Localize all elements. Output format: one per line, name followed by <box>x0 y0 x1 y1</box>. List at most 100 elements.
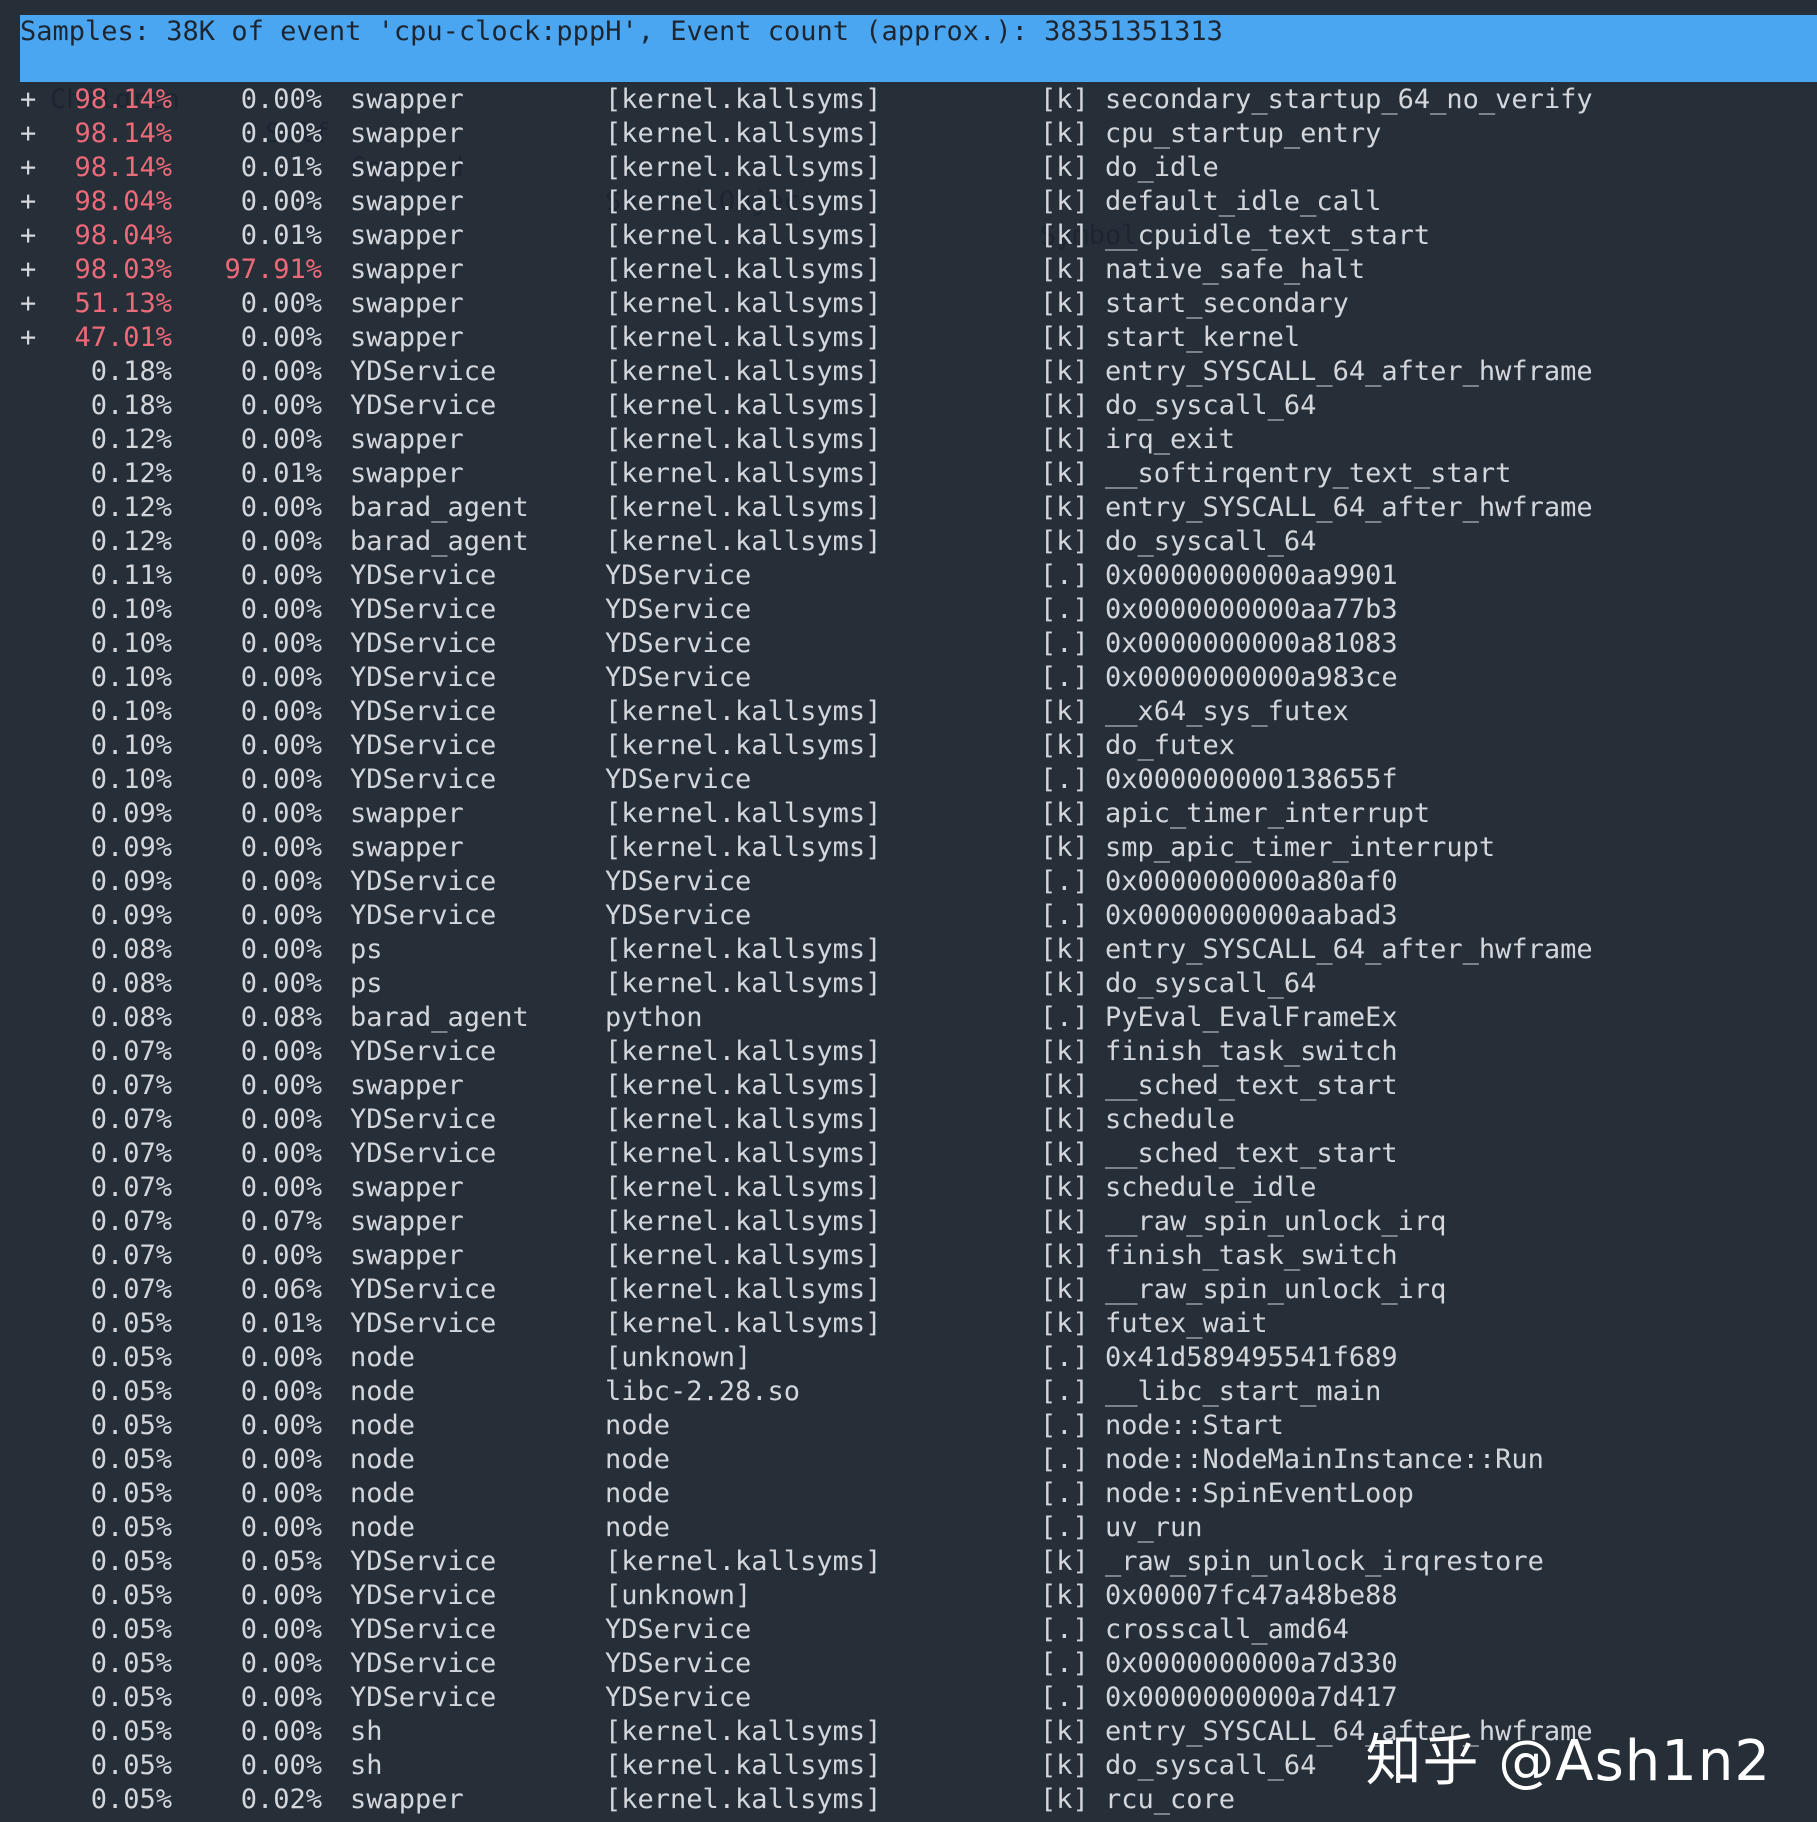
table-row[interactable]: 0.18% 0.00% YDService [kernel.kallsyms] [k] … <box>0 389 1817 423</box>
shared-object-cell: [kernel.kallsyms] <box>605 322 882 353</box>
table-row[interactable]: +98.14% 0.01% swapper [kernel.kallsyms] [k] … <box>0 151 1817 185</box>
table-row[interactable]: +47.01% 0.00% swapper [kernel.kallsyms] [k] … <box>0 321 1817 355</box>
table-row[interactable]: 0.08% 0.00% ps [kernel.kallsyms] [k] entry_S… <box>0 933 1817 967</box>
table-row[interactable]: 0.07% 0.00% YDService [kernel.kallsyms] [k] … <box>0 1035 1817 1069</box>
table-row[interactable]: 0.05% 0.00% YDService YDService [.] 0x000000… <box>0 1681 1817 1715</box>
table-row[interactable]: +98.03% 97.91% swapper [kernel.kallsyms] [k]… <box>0 253 1817 287</box>
table-row[interactable]: 0.05% 0.00% YDService YDService [.] 0x000000… <box>0 1647 1817 1681</box>
table-row[interactable]: 0.05% 0.00% node node [.] uv_run <box>0 1511 1817 1545</box>
table-row[interactable]: 0.09% 0.00% YDService YDService [.] 0x000000… <box>0 865 1817 899</box>
table-row[interactable]: +98.14% 0.00% swapper [kernel.kallsyms] [k] … <box>0 83 1817 117</box>
table-row[interactable]: 0.05% 0.00% node node [.] node::Start <box>0 1409 1817 1443</box>
table-row[interactable]: 0.07% 0.00% YDService [kernel.kallsyms] [k] … <box>0 1137 1817 1171</box>
expand-toggle[interactable]: + <box>20 219 50 253</box>
table-row[interactable]: 0.10% 0.00% YDService YDService [.] 0x000000… <box>0 661 1817 695</box>
table-row[interactable]: +98.14% 0.00% swapper [kernel.kallsyms] [k] … <box>0 117 1817 151</box>
table-row[interactable]: 0.05% 0.00% node [unknown] [.] 0x41d58949554… <box>0 1341 1817 1375</box>
shared-object-cell: [kernel.kallsyms] <box>605 186 882 217</box>
expand-toggle[interactable]: + <box>20 321 50 355</box>
table-row[interactable]: +98.04% 0.01% swapper [kernel.kallsyms] [k] … <box>0 219 1817 253</box>
shared-object-cell: [kernel.kallsyms] <box>605 492 882 523</box>
shared-object-cell: [kernel.kallsyms] <box>605 152 882 183</box>
shared-object-cell: YDService <box>605 560 752 591</box>
expand-toggle[interactable]: + <box>20 287 50 321</box>
children-percent: 0.10% <box>90 730 172 761</box>
children-percent: 51.13% <box>74 288 172 319</box>
symbol-cell: [k] do_idle <box>1040 152 1219 183</box>
table-row[interactable]: 0.07% 0.06% YDService [kernel.kallsyms] [k] … <box>0 1273 1817 1307</box>
table-row[interactable]: 0.05% 0.05% YDService [kernel.kallsyms] [k] … <box>0 1545 1817 1579</box>
self-percent: 0.00% <box>240 1444 322 1475</box>
table-row[interactable]: 0.07% 0.00% swapper [kernel.kallsyms] [k] fi… <box>0 1239 1817 1273</box>
shared-object-cell: [kernel.kallsyms] <box>605 288 882 319</box>
self-percent: 0.00% <box>240 492 322 523</box>
shared-object-cell: node <box>605 1512 671 1543</box>
table-row[interactable]: +98.04% 0.00% swapper [kernel.kallsyms] [k] … <box>0 185 1817 219</box>
table-row[interactable]: 0.12% 0.00% barad_agent [kernel.kallsyms] [k… <box>0 491 1817 525</box>
expand-toggle[interactable]: + <box>20 253 50 287</box>
table-row[interactable]: 0.08% 0.00% ps [kernel.kallsyms] [k] do_sysc… <box>0 967 1817 1001</box>
table-row[interactable]: 0.05% 0.00% node node [.] node::SpinEventLoo… <box>0 1477 1817 1511</box>
children-percent: 98.04% <box>74 220 172 251</box>
children-percent: 98.14% <box>74 84 172 115</box>
symbol-cell: [k] finish_task_switch <box>1040 1240 1398 1271</box>
shared-object-cell: [kernel.kallsyms] <box>605 1546 882 1577</box>
command-cell: swapper <box>350 1240 464 1271</box>
children-percent: 0.05% <box>90 1512 172 1543</box>
expand-toggle[interactable]: + <box>20 151 50 185</box>
table-row[interactable]: 0.12% 0.00% swapper [kernel.kallsyms] [k] ir… <box>0 423 1817 457</box>
table-row[interactable]: 0.08% 0.08% barad_agent python [.] PyEval_Ev… <box>0 1001 1817 1035</box>
symbol-cell: [k] 0x00007fc47a48be88 <box>1040 1580 1398 1611</box>
table-row[interactable]: 0.11% 0.00% YDService YDService [.] 0x000000… <box>0 559 1817 593</box>
table-row[interactable]: 0.10% 0.00% YDService [kernel.kallsyms] [k] … <box>0 729 1817 763</box>
shared-object-cell: [kernel.kallsyms] <box>605 1750 882 1781</box>
table-row[interactable]: 0.10% 0.00% YDService [kernel.kallsyms] [k] … <box>0 695 1817 729</box>
table-row[interactable]: 0.07% 0.07% swapper [kernel.kallsyms] [k] __… <box>0 1205 1817 1239</box>
table-row[interactable]: 0.05% 0.00% node libc-2.28.so [.] __libc_sta… <box>0 1375 1817 1409</box>
children-percent: 0.05% <box>90 1410 172 1441</box>
table-row[interactable]: 0.18% 0.00% YDService [kernel.kallsyms] [k] … <box>0 355 1817 389</box>
symbol-cell: [k] _raw_spin_unlock_irqrestore <box>1040 1546 1544 1577</box>
self-percent: 0.00% <box>240 526 322 557</box>
table-row[interactable]: 0.07% 0.00% swapper [kernel.kallsyms] [k] __… <box>0 1069 1817 1103</box>
table-row[interactable]: 0.05% 0.00% node node [.] node::NodeMainInst… <box>0 1443 1817 1477</box>
expand-toggle[interactable]: + <box>20 117 50 151</box>
expand-toggle[interactable]: + <box>20 185 50 219</box>
command-cell: YDService <box>350 1138 497 1169</box>
symbol-cell: [.] 0x0000000000aa77b3 <box>1040 594 1398 625</box>
table-row[interactable]: 0.09% 0.00% swapper [kernel.kallsyms] [k] ap… <box>0 797 1817 831</box>
table-row[interactable]: +51.13% 0.00% swapper [kernel.kallsyms] [k] … <box>0 287 1817 321</box>
symbol-cell: [k] native_safe_halt <box>1040 254 1366 285</box>
header-bar: Samples: 38K of event 'cpu-clock:pppH', … <box>20 15 1817 251</box>
table-row[interactable]: 0.05% 0.01% YDService [kernel.kallsyms] [k] … <box>0 1307 1817 1341</box>
table-row[interactable]: 0.05% 0.00% YDService YDService [.] crosscal… <box>0 1613 1817 1647</box>
table-row[interactable]: 0.09% 0.00% YDService YDService [.] 0x000000… <box>0 899 1817 933</box>
self-percent: 0.00% <box>240 118 322 149</box>
symbol-cell: [k] do_syscall_64 <box>1040 968 1317 999</box>
children-percent: 0.05% <box>90 1308 172 1339</box>
table-row[interactable]: 0.05% 0.00% YDService [unknown] [k] 0x00007f… <box>0 1579 1817 1613</box>
self-percent: 97.91% <box>224 254 322 285</box>
command-cell: node <box>350 1478 416 1509</box>
table-row[interactable]: 0.09% 0.00% swapper [kernel.kallsyms] [k] sm… <box>0 831 1817 865</box>
children-percent: 0.09% <box>90 798 172 829</box>
table-row[interactable]: 0.12% 0.00% barad_agent [kernel.kallsyms] [k… <box>0 525 1817 559</box>
command-cell: YDService <box>350 696 497 727</box>
children-percent: 0.05% <box>90 1444 172 1475</box>
command-cell: YDService <box>350 730 497 761</box>
table-row[interactable]: 0.12% 0.01% swapper [kernel.kallsyms] [k] __… <box>0 457 1817 491</box>
expand-toggle[interactable]: + <box>20 83 50 117</box>
samples-summary: Samples: 38K of event 'cpu-clock:pppH', … <box>20 16 1223 47</box>
children-percent: 0.05% <box>90 1376 172 1407</box>
table-row[interactable]: 0.10% 0.00% YDService YDService [.] 0x000000… <box>0 763 1817 797</box>
children-percent: 0.12% <box>90 526 172 557</box>
self-percent: 0.00% <box>240 1716 322 1747</box>
table-row[interactable]: 0.10% 0.00% YDService YDService [.] 0x000000… <box>0 593 1817 627</box>
symbol-cell: [k] irq_exit <box>1040 424 1236 455</box>
table-row[interactable]: 0.07% 0.00% YDService [kernel.kallsyms] [k] … <box>0 1103 1817 1137</box>
table-row[interactable]: 0.07% 0.00% swapper [kernel.kallsyms] [k] sc… <box>0 1171 1817 1205</box>
self-percent: 0.06% <box>240 1274 322 1305</box>
table-row[interactable]: 0.10% 0.00% YDService YDService [.] 0x000000… <box>0 627 1817 661</box>
symbol-cell: [k] __sched_text_start <box>1040 1070 1398 1101</box>
command-cell: YDService <box>350 390 497 421</box>
